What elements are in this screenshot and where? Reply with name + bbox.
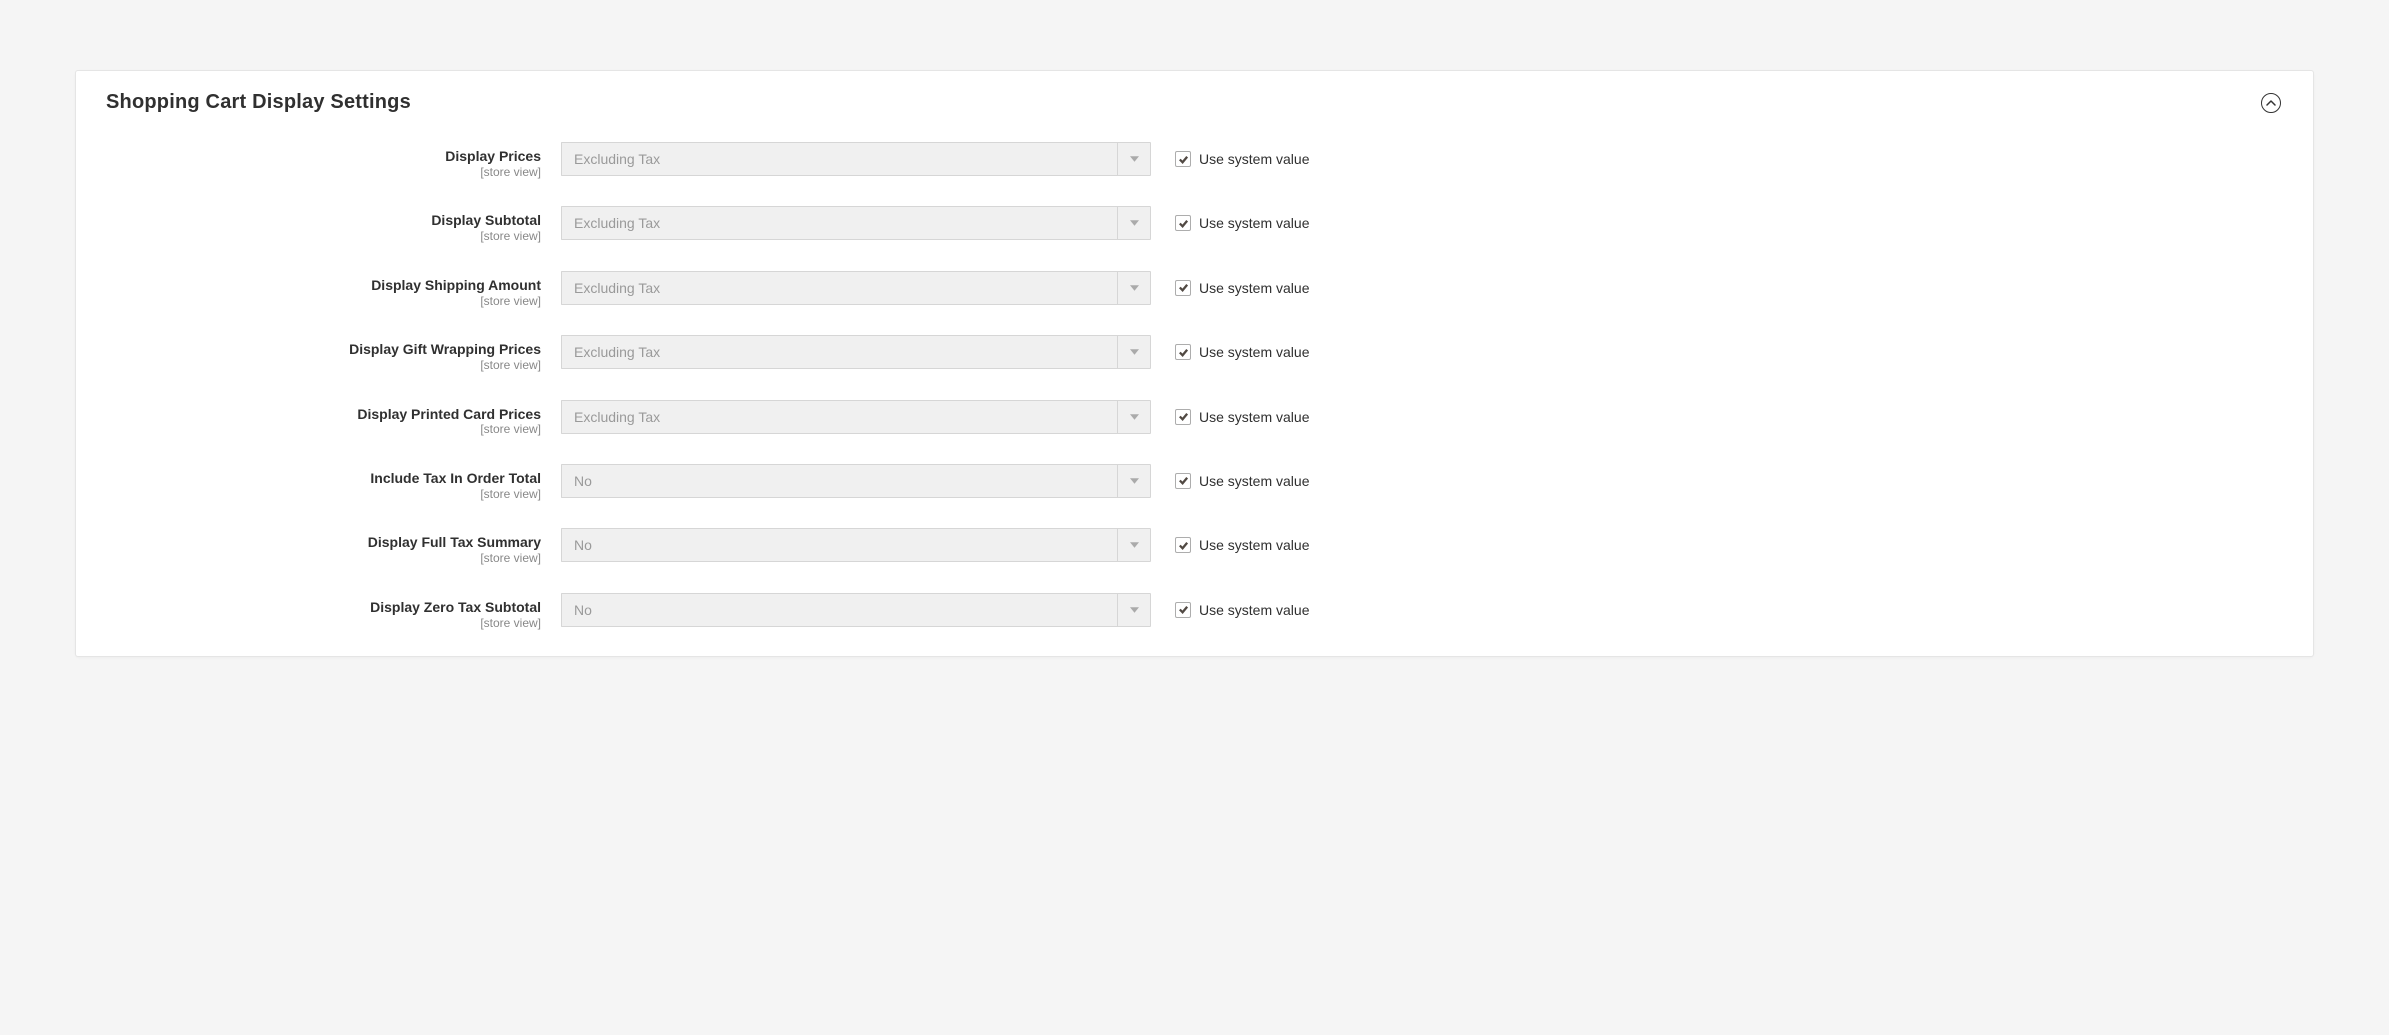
- label-col: Include Tax In Order Total [store view]: [106, 464, 561, 502]
- field-row-full-tax-summary: Display Full Tax Summary [store view] No…: [106, 528, 2283, 566]
- use-system-label[interactable]: Use system value: [1199, 409, 1309, 425]
- select-include-tax-order-total[interactable]: No: [561, 464, 1151, 498]
- select-col: Excluding Tax: [561, 271, 1151, 305]
- chevron-down-icon: [1117, 400, 1151, 434]
- field-scope: [store view]: [106, 551, 541, 567]
- label-col: Display Prices [store view]: [106, 142, 561, 180]
- select-value: Excluding Tax: [561, 335, 1117, 369]
- field-label: Display Full Tax Summary: [106, 534, 541, 551]
- label-col: Display Gift Wrapping Prices [store view…: [106, 335, 561, 373]
- select-col: Excluding Tax: [561, 400, 1151, 434]
- field-scope: [store view]: [106, 487, 541, 503]
- chevron-down-icon: [1117, 271, 1151, 305]
- field-label: Display Subtotal: [106, 212, 541, 229]
- chevron-down-icon: [1117, 206, 1151, 240]
- field-scope: [store view]: [106, 294, 541, 310]
- label-col: Display Full Tax Summary [store view]: [106, 528, 561, 566]
- field-label: Display Zero Tax Subtotal: [106, 599, 541, 616]
- collapse-icon[interactable]: [2261, 93, 2281, 113]
- label-col: Display Zero Tax Subtotal [store view]: [106, 593, 561, 631]
- field-row-printed-card-prices: Display Printed Card Prices [store view]…: [106, 400, 2283, 438]
- checkbox-col: Use system value: [1151, 335, 1309, 369]
- chevron-down-icon: [1117, 528, 1151, 562]
- chevron-down-icon: [1117, 593, 1151, 627]
- chevron-down-icon: [1117, 464, 1151, 498]
- field-label: Display Gift Wrapping Prices: [106, 341, 541, 358]
- use-system-checkbox[interactable]: [1175, 409, 1191, 425]
- use-system-label[interactable]: Use system value: [1199, 602, 1309, 618]
- select-value: Excluding Tax: [561, 271, 1117, 305]
- checkbox-col: Use system value: [1151, 593, 1309, 627]
- use-system-checkbox[interactable]: [1175, 537, 1191, 553]
- field-row-display-prices: Display Prices [store view] Excluding Ta…: [106, 142, 2283, 180]
- select-display-shipping-amount[interactable]: Excluding Tax: [561, 271, 1151, 305]
- select-value: No: [561, 593, 1117, 627]
- checkbox-col: Use system value: [1151, 528, 1309, 562]
- select-gift-wrapping-prices[interactable]: Excluding Tax: [561, 335, 1151, 369]
- use-system-checkbox[interactable]: [1175, 602, 1191, 618]
- form-rows: Display Prices [store view] Excluding Ta…: [106, 142, 2283, 631]
- checkbox-col: Use system value: [1151, 142, 1309, 176]
- use-system-label[interactable]: Use system value: [1199, 151, 1309, 167]
- checkbox-col: Use system value: [1151, 206, 1309, 240]
- field-label: Display Shipping Amount: [106, 277, 541, 294]
- use-system-checkbox[interactable]: [1175, 280, 1191, 296]
- field-label: Display Printed Card Prices: [106, 406, 541, 423]
- field-scope: [store view]: [106, 616, 541, 632]
- checkbox-col: Use system value: [1151, 464, 1309, 498]
- select-col: No: [561, 464, 1151, 498]
- use-system-checkbox[interactable]: [1175, 151, 1191, 167]
- field-scope: [store view]: [106, 422, 541, 438]
- field-row-include-tax-order-total: Include Tax In Order Total [store view] …: [106, 464, 2283, 502]
- select-value: Excluding Tax: [561, 206, 1117, 240]
- use-system-label[interactable]: Use system value: [1199, 473, 1309, 489]
- field-row-gift-wrapping-prices: Display Gift Wrapping Prices [store view…: [106, 335, 2283, 373]
- use-system-checkbox[interactable]: [1175, 344, 1191, 360]
- label-col: Display Subtotal [store view]: [106, 206, 561, 244]
- select-display-subtotal[interactable]: Excluding Tax: [561, 206, 1151, 240]
- field-label: Display Prices: [106, 148, 541, 165]
- use-system-label[interactable]: Use system value: [1199, 344, 1309, 360]
- field-row-display-subtotal: Display Subtotal [store view] Excluding …: [106, 206, 2283, 244]
- select-printed-card-prices[interactable]: Excluding Tax: [561, 400, 1151, 434]
- checkbox-col: Use system value: [1151, 400, 1309, 434]
- field-scope: [store view]: [106, 358, 541, 374]
- use-system-label[interactable]: Use system value: [1199, 537, 1309, 553]
- field-row-zero-tax-subtotal: Display Zero Tax Subtotal [store view] N…: [106, 593, 2283, 631]
- label-col: Display Shipping Amount [store view]: [106, 271, 561, 309]
- select-value: Excluding Tax: [561, 400, 1117, 434]
- select-col: Excluding Tax: [561, 335, 1151, 369]
- use-system-checkbox[interactable]: [1175, 473, 1191, 489]
- panel-title: Shopping Cart Display Settings: [106, 91, 411, 114]
- select-value: No: [561, 528, 1117, 562]
- select-value: Excluding Tax: [561, 142, 1117, 176]
- select-display-prices[interactable]: Excluding Tax: [561, 142, 1151, 176]
- use-system-label[interactable]: Use system value: [1199, 215, 1309, 231]
- checkbox-col: Use system value: [1151, 271, 1309, 305]
- field-scope: [store view]: [106, 229, 541, 245]
- field-scope: [store view]: [106, 165, 541, 181]
- field-row-display-shipping-amount: Display Shipping Amount [store view] Exc…: [106, 271, 2283, 309]
- select-zero-tax-subtotal[interactable]: No: [561, 593, 1151, 627]
- select-full-tax-summary[interactable]: No: [561, 528, 1151, 562]
- select-col: No: [561, 528, 1151, 562]
- label-col: Display Printed Card Prices [store view]: [106, 400, 561, 438]
- select-col: Excluding Tax: [561, 206, 1151, 240]
- panel-header: Shopping Cart Display Settings: [106, 91, 2283, 114]
- use-system-checkbox[interactable]: [1175, 215, 1191, 231]
- chevron-down-icon: [1117, 335, 1151, 369]
- settings-panel: Shopping Cart Display Settings Display P…: [75, 70, 2314, 657]
- select-value: No: [561, 464, 1117, 498]
- select-col: No: [561, 593, 1151, 627]
- field-label: Include Tax In Order Total: [106, 470, 541, 487]
- use-system-label[interactable]: Use system value: [1199, 280, 1309, 296]
- chevron-down-icon: [1117, 142, 1151, 176]
- select-col: Excluding Tax: [561, 142, 1151, 176]
